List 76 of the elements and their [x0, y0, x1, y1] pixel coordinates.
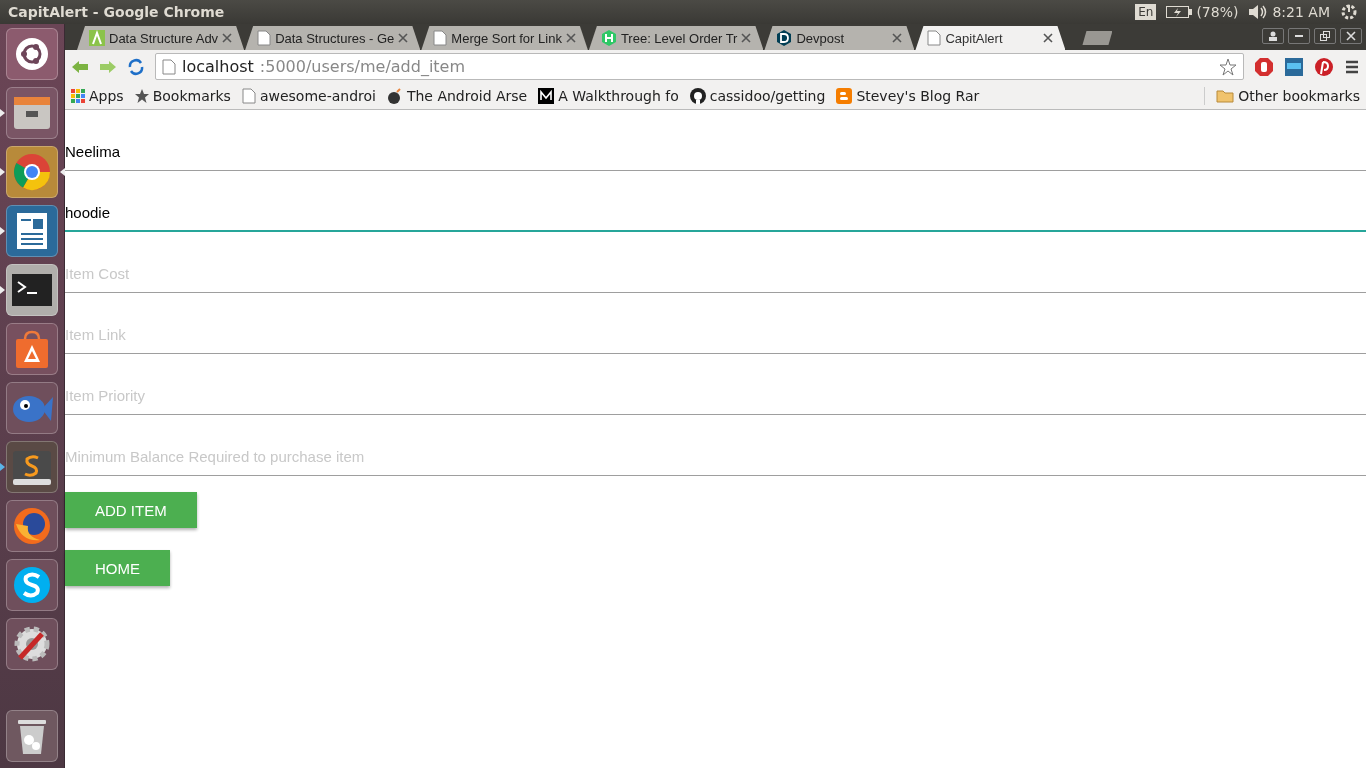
page-icon — [162, 58, 176, 75]
folder-icon — [1216, 89, 1235, 103]
browser-logo-icon — [12, 152, 52, 192]
url-path: :5000/users/me/add_item — [259, 57, 467, 76]
close-icon — [741, 33, 752, 43]
tab-title: Tree: Level Order Tr — [620, 30, 738, 46]
close-icon — [398, 33, 409, 43]
keyboard-layout-indicator[interactable]: En — [1135, 4, 1157, 20]
power-gear-icon — [1340, 3, 1358, 21]
volume-icon — [1248, 4, 1269, 20]
url-host: localhost — [182, 57, 254, 76]
browser-tab[interactable]: Data Structures - Ge — [245, 26, 421, 50]
clock[interactable]: 8:21 AM — [1272, 4, 1330, 20]
document-icon — [15, 211, 49, 251]
browser-tab[interactable]: Tree: Level Order Tr — [588, 26, 764, 50]
browser-tab[interactable]: Devpost — [764, 26, 915, 50]
bookmark-link[interactable]: A Walkthrough fo — [538, 88, 679, 104]
window-extension-icon — [1284, 56, 1304, 77]
shopping-bag-icon — [13, 329, 51, 369]
star-icon — [134, 89, 149, 103]
chat-logo-icon — [12, 565, 52, 605]
page-icon — [241, 88, 256, 104]
terminal-icon — [11, 273, 53, 307]
battery-icon — [1166, 6, 1193, 18]
close-icon — [1043, 33, 1054, 43]
page-icon — [433, 30, 448, 46]
reload-icon — [127, 57, 145, 76]
bomb-icon — [386, 88, 403, 104]
browser-tab[interactable]: Data Structure Adv — [77, 26, 245, 50]
new-tab-button[interactable] — [1082, 31, 1113, 45]
launcher-app[interactable] — [0, 146, 65, 198]
page-icon — [257, 30, 272, 46]
close-icon — [222, 33, 233, 43]
profile-button[interactable] — [1262, 28, 1284, 44]
bookmark-link[interactable]: The Android Arse — [386, 88, 528, 104]
tab-title: Data Structure Adv — [109, 30, 219, 46]
apps-grid-icon — [71, 89, 85, 103]
address-bar[interactable]: localhost :5000/users/me/add_item — [155, 53, 1244, 80]
forward-arrow-icon — [99, 59, 117, 74]
text-field[interactable]: Neelima — [65, 110, 1366, 171]
hexagon-h-icon — [600, 30, 617, 46]
pin-logo-icon — [1314, 56, 1334, 77]
minimize-icon — [1295, 35, 1303, 37]
browser-tab[interactable]: Merge Sort for Link — [421, 26, 588, 50]
bookmark-link[interactable]: awesome-androi — [241, 88, 376, 104]
lambda-favicon-icon — [89, 30, 105, 46]
file-cabinet-icon — [12, 95, 52, 131]
blog-logo-icon — [836, 88, 853, 104]
tab-title: Data Structures - Ge — [275, 30, 395, 46]
bookmark-link[interactable]: Stevey's Blog Rar — [836, 88, 980, 104]
tab-title: Merge Sort for Link — [451, 30, 562, 46]
minimize-button[interactable] — [1288, 28, 1310, 44]
menu-icon — [1344, 58, 1360, 75]
settings-icon — [12, 624, 52, 664]
tab-title: CapitAlert — [945, 30, 1004, 46]
close-window-button[interactable] — [1340, 28, 1362, 44]
battery-percentage[interactable]: (78%) — [1196, 4, 1239, 20]
close-icon — [892, 33, 903, 43]
bookmark-link[interactable]: Bookmarks — [134, 88, 231, 104]
restore-button[interactable] — [1314, 28, 1336, 44]
tab-title: Devpost — [796, 30, 846, 46]
star-outline-icon — [1219, 57, 1237, 76]
bookmark-link[interactable]: Apps — [71, 88, 124, 104]
close-icon — [565, 33, 576, 43]
back-arrow-icon — [71, 59, 89, 74]
window-title: CapitAlert - Google Chrome — [8, 4, 226, 20]
square-logo-icon — [538, 88, 555, 104]
bookmark-link[interactable]: cassidoo/getting — [689, 88, 826, 104]
hexagon-d-icon — [776, 30, 793, 46]
person-icon — [1268, 31, 1278, 41]
close-icon — [1346, 31, 1356, 41]
page-icon — [927, 30, 942, 46]
browser-tab[interactable]: CapitAlert — [915, 26, 1066, 50]
restore-icon — [1320, 31, 1330, 41]
text-field[interactable]: hoodie — [65, 171, 1366, 232]
bookmark-folder[interactable]: Other bookmarks — [1216, 88, 1360, 104]
